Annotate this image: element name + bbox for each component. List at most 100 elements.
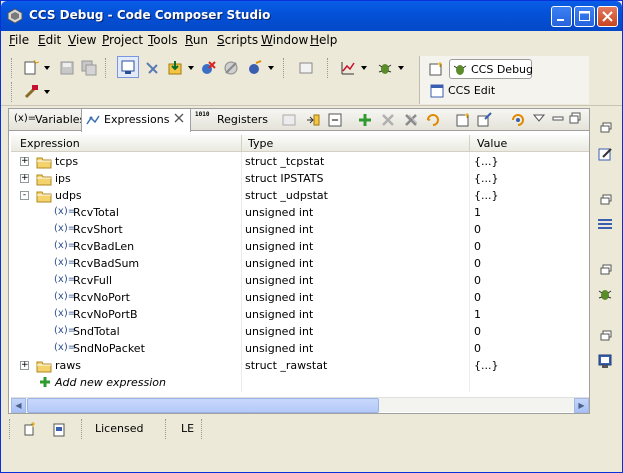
add-expression-icon[interactable]: [357, 112, 373, 128]
toolbar-grip[interactable]: [327, 58, 330, 78]
load-program-icon[interactable]: [167, 60, 183, 76]
restore-icon[interactable]: [600, 330, 612, 342]
save-icon[interactable]: [59, 60, 75, 76]
expression-value[interactable]: 1: [474, 206, 481, 219]
expression-value[interactable]: 0: [474, 342, 481, 355]
table-row[interactable]: + raws struct _rawstat {...}: [11, 357, 589, 374]
table-row[interactable]: (x)= SndNoPacket unsigned int 0: [11, 340, 589, 357]
scroll-left-button[interactable]: ◀: [11, 398, 26, 413]
table-row[interactable]: (x)= RcvTotal unsigned int 1: [11, 204, 589, 221]
edit-view-icon[interactable]: [597, 146, 613, 162]
dropdown-arrow-icon[interactable]: [43, 64, 51, 72]
table-row[interactable]: (x)= RcvBadSum unsigned int 0: [11, 255, 589, 272]
collapse-icon[interactable]: [327, 112, 343, 128]
show-type-names-icon[interactable]: [305, 112, 321, 128]
expression-value[interactable]: {...}: [474, 155, 499, 168]
dropdown-arrow-icon[interactable]: [360, 64, 368, 72]
dropdown-arrow-icon[interactable]: [43, 88, 51, 96]
console-view-icon[interactable]: [597, 353, 613, 369]
skip-breakpoints-icon[interactable]: [223, 60, 239, 76]
save-all-icon[interactable]: [81, 60, 97, 76]
close-button[interactable]: [597, 6, 618, 27]
perspective-ccs-edit-label[interactable]: CCS Edit: [448, 84, 495, 97]
collapse-node-icon[interactable]: -: [20, 191, 29, 200]
maximize-button[interactable]: [574, 6, 595, 27]
remove-icon[interactable]: [380, 112, 396, 128]
restore-icon[interactable]: [600, 194, 612, 206]
restore-icon[interactable]: [600, 122, 612, 134]
debug-view-toggle[interactable]: [117, 56, 139, 78]
clipboard-icon[interactable]: [51, 421, 67, 437]
add-new-expression-label[interactable]: Add new expression: [55, 376, 166, 389]
new-target-config-icon[interactable]: [22, 421, 38, 437]
expression-value[interactable]: {...}: [474, 189, 499, 202]
perspective-ccs-debug-button[interactable]: CCS Debug: [449, 59, 533, 79]
close-tab-icon[interactable]: [174, 113, 184, 123]
edit-perspective-icon[interactable]: [429, 83, 445, 99]
menu-help[interactable]: Help: [310, 33, 337, 47]
toolbar-grip[interactable]: [11, 82, 14, 102]
expression-value[interactable]: 0: [474, 325, 481, 338]
menu-view[interactable]: View: [68, 33, 96, 47]
toolbar-grip[interactable]: [11, 58, 14, 78]
connect-icon[interactable]: [144, 60, 160, 76]
open-perspective-icon[interactable]: [428, 61, 444, 77]
debug-bug-icon[interactable]: [377, 60, 393, 76]
tab-variables[interactable]: (x)= Variables: [11, 109, 85, 131]
table-row[interactable]: (x)= RcvFull unsigned int 0: [11, 272, 589, 289]
continuous-refresh-icon[interactable]: [510, 112, 526, 128]
expression-value[interactable]: {...}: [474, 359, 499, 372]
table-row[interactable]: (x)= RcvBadLen unsigned int 0: [11, 238, 589, 255]
expression-value[interactable]: {...}: [474, 172, 499, 185]
dropdown-arrow-icon[interactable]: [187, 64, 195, 72]
menu-file[interactable]: File: [9, 33, 29, 47]
refresh-icon[interactable]: [425, 112, 441, 128]
build-icon[interactable]: [23, 84, 39, 100]
new-icon[interactable]: [23, 60, 39, 76]
menu-edit[interactable]: Edit: [38, 33, 61, 47]
column-type[interactable]: Type: [248, 137, 273, 150]
table-row[interactable]: (x)= SndTotal unsigned int 0: [11, 323, 589, 340]
expression-value[interactable]: 0: [474, 257, 481, 270]
expand-node-icon[interactable]: +: [20, 174, 29, 183]
column-divider[interactable]: [469, 135, 470, 152]
expression-value[interactable]: 0: [474, 291, 481, 304]
view-menu-icon[interactable]: [533, 112, 545, 124]
pin-icon[interactable]: [476, 112, 492, 128]
scroll-right-button[interactable]: ▶: [574, 398, 589, 413]
table-row[interactable]: + ips struct IPSTATS {...}: [11, 170, 589, 187]
debug-bug-icon[interactable]: [597, 286, 613, 302]
collapse-all-icon[interactable]: [281, 112, 297, 128]
expand-node-icon[interactable]: +: [20, 361, 29, 370]
new-view-icon[interactable]: [455, 112, 471, 128]
tab-registers[interactable]: 1010 Registers: [193, 109, 268, 131]
table-row[interactable]: (x)= RcvNoPortB unsigned int 1: [11, 306, 589, 323]
expression-value[interactable]: 1: [474, 308, 481, 321]
menu-scripts[interactable]: Scripts: [217, 33, 258, 47]
menu-tools[interactable]: Tools: [148, 33, 178, 47]
graph-icon[interactable]: [340, 60, 356, 76]
console-icon[interactable]: [298, 60, 314, 76]
toolbar-grip[interactable]: [283, 58, 286, 78]
expression-value[interactable]: 0: [474, 274, 481, 287]
restore-icon[interactable]: [600, 264, 612, 276]
horizontal-scrollbar[interactable]: ◀ ▶: [11, 397, 589, 413]
dropdown-arrow-icon[interactable]: [267, 64, 275, 72]
expression-value[interactable]: 0: [474, 223, 481, 236]
column-divider[interactable]: [241, 135, 242, 152]
scroll-thumb[interactable]: [27, 398, 379, 413]
menu-run[interactable]: Run: [185, 33, 208, 47]
column-value[interactable]: Value: [477, 137, 507, 150]
title-bar[interactable]: CCS Debug - Code Composer Studio: [1, 1, 622, 31]
table-row[interactable]: + tcps struct _tcpstat {...}: [11, 153, 589, 170]
expression-value[interactable]: 0: [474, 240, 481, 253]
tab-expressions[interactable]: Expressions: [81, 109, 191, 132]
dropdown-arrow-icon[interactable]: [397, 64, 405, 72]
disassembly-icon[interactable]: [597, 216, 613, 232]
minimize-view-icon[interactable]: [552, 112, 564, 124]
table-row[interactable]: (x)= RcvShort unsigned int 0: [11, 221, 589, 238]
remove-all-icon[interactable]: [403, 112, 419, 128]
column-expression[interactable]: Expression: [20, 137, 80, 150]
menu-window[interactable]: Window: [261, 33, 308, 47]
table-row[interactable]: - udps struct _udpstat {...}: [11, 187, 589, 204]
